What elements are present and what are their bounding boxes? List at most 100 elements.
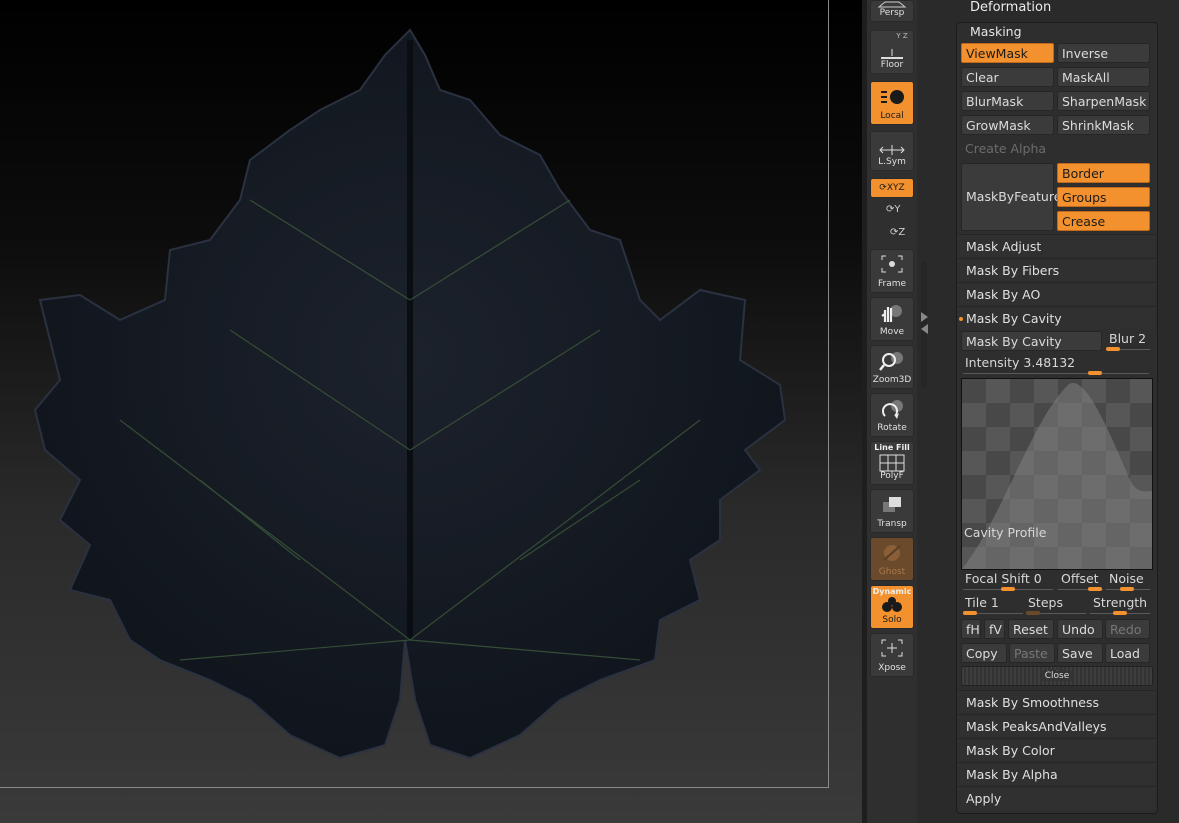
apply-section[interactable]: Apply bbox=[958, 786, 1155, 809]
maskall-button[interactable]: MaskAll bbox=[1057, 67, 1150, 87]
clear-button[interactable]: Clear bbox=[961, 67, 1054, 87]
mask-by-ao-section[interactable]: Mask By AO bbox=[958, 282, 1155, 305]
rotate-y-button[interactable]: ⟳Y bbox=[886, 204, 901, 215]
blur-label: Blur bbox=[1109, 331, 1135, 346]
blur-value: 2 bbox=[1138, 331, 1147, 346]
strength-slider[interactable]: Strength bbox=[1093, 595, 1147, 610]
xpose-label: Xpose bbox=[878, 663, 906, 673]
intensity-track[interactable] bbox=[963, 373, 1149, 374]
rotate-z-button[interactable]: ⟳Z bbox=[890, 227, 905, 238]
floor-button[interactable]: Y Z Floor bbox=[870, 30, 914, 74]
mask-by-alpha-section[interactable]: Mask By Alpha bbox=[958, 762, 1155, 785]
tile-knob[interactable] bbox=[963, 611, 977, 615]
steps-knob[interactable] bbox=[1026, 611, 1040, 615]
noise-slider[interactable]: Noise bbox=[1109, 571, 1144, 586]
inverse-button[interactable]: Inverse bbox=[1057, 43, 1150, 63]
create-alpha-button[interactable]: Create Alpha bbox=[965, 141, 1046, 156]
offset-slider[interactable]: Offset bbox=[1061, 571, 1099, 586]
zoom-icon bbox=[879, 352, 903, 371]
flip-v-button[interactable]: fV bbox=[984, 619, 1005, 639]
xpose-button[interactable]: Xpose bbox=[870, 633, 914, 677]
save-button[interactable]: Save bbox=[1057, 643, 1103, 663]
mask-peaks-valleys-section[interactable]: Mask PeaksAndValleys bbox=[958, 714, 1155, 737]
xyz-label: XYZ bbox=[886, 183, 905, 193]
dynamic-label: Dynamic bbox=[872, 587, 912, 596]
paste-button[interactable]: Paste bbox=[1009, 643, 1055, 663]
groups-toggle[interactable]: Groups bbox=[1057, 187, 1150, 207]
lsym-label: L.Sym bbox=[878, 157, 906, 167]
focal-shift-knob[interactable] bbox=[1001, 587, 1015, 591]
solo-label: Solo bbox=[882, 615, 902, 625]
load-button[interactable]: Load bbox=[1105, 643, 1150, 663]
expand-arrow-icon[interactable] bbox=[921, 312, 928, 322]
focal-shift-slider[interactable]: Focal Shift 0 bbox=[965, 571, 1042, 586]
sharpenmask-button[interactable]: SharpenMask bbox=[1057, 91, 1150, 111]
zoom3d-button[interactable]: Zoom3D bbox=[870, 345, 914, 389]
viewmask-button[interactable]: ViewMask bbox=[961, 43, 1054, 63]
frame-label: Frame bbox=[877, 279, 907, 289]
steps-slider[interactable]: Steps bbox=[1028, 595, 1063, 610]
ghost-icon bbox=[883, 545, 901, 561]
lsym-button[interactable]: L.Sym bbox=[870, 131, 914, 171]
close-curve-bar[interactable]: Close▲ bbox=[961, 666, 1153, 686]
blurmask-button[interactable]: BlurMask bbox=[961, 91, 1054, 111]
noise-knob[interactable] bbox=[1120, 587, 1134, 591]
mask-by-smoothness-section[interactable]: Mask By Smoothness bbox=[958, 690, 1155, 713]
xyz-button[interactable]: ⟳XYZ bbox=[870, 178, 914, 198]
maskbyfeature-button[interactable]: MaskByFeature bbox=[961, 163, 1061, 231]
growmask-button[interactable]: GrowMask bbox=[961, 115, 1054, 135]
mask-by-color-section[interactable]: Mask By Color bbox=[958, 738, 1155, 761]
move-label: Move bbox=[879, 327, 905, 337]
collapse-arrow-icon[interactable] bbox=[921, 324, 928, 334]
canvas-viewport[interactable] bbox=[0, 0, 862, 823]
intensity-slider[interactable]: Intensity 3.48132 bbox=[965, 355, 1075, 370]
blur-slider[interactable]: Blur 2 bbox=[1109, 331, 1146, 346]
ghost-label: Ghost bbox=[878, 567, 906, 577]
mask-by-fibers-section[interactable]: Mask By Fibers bbox=[958, 258, 1155, 281]
tile-value: 1 bbox=[990, 595, 999, 610]
persp-button[interactable]: Persp bbox=[870, 0, 914, 22]
strength-knob[interactable] bbox=[1113, 611, 1127, 615]
mask-by-cavity-section[interactable]: Mask By Cavity bbox=[958, 306, 1155, 329]
polyf-button[interactable]: Line Fill PolyF bbox=[870, 441, 914, 485]
grid-icon bbox=[879, 454, 905, 472]
ghost-button[interactable]: Ghost bbox=[870, 537, 914, 581]
z-label: Z bbox=[898, 227, 906, 238]
blur-knob[interactable] bbox=[1106, 347, 1120, 351]
border-toggle[interactable]: Border bbox=[1057, 163, 1150, 183]
noise-label: Noise bbox=[1109, 571, 1144, 586]
y-label: Y bbox=[894, 204, 901, 215]
floor-icon bbox=[881, 49, 903, 59]
flip-h-button[interactable]: fH bbox=[961, 619, 981, 639]
solo-button[interactable]: Dynamic Solo bbox=[870, 585, 914, 629]
redo-button[interactable]: Redo bbox=[1105, 619, 1150, 639]
bullet-icon bbox=[959, 317, 963, 321]
copy-button[interactable]: Copy bbox=[961, 643, 1007, 663]
rotate-button[interactable]: Rotate bbox=[870, 393, 914, 437]
intensity-label: Intensity bbox=[965, 355, 1020, 370]
undo-button[interactable]: Undo bbox=[1057, 619, 1103, 639]
tile-slider[interactable]: Tile 1 bbox=[965, 595, 999, 610]
local-icon bbox=[881, 90, 904, 104]
lsym-icon bbox=[879, 145, 905, 155]
focal-shift-value: 0 bbox=[1033, 571, 1042, 586]
crease-toggle[interactable]: Crease bbox=[1057, 211, 1150, 231]
transp-button[interactable]: Transp bbox=[870, 489, 914, 533]
mask-adjust-section[interactable]: Mask Adjust bbox=[958, 234, 1155, 257]
rotate-icon bbox=[882, 400, 903, 419]
frame-icon bbox=[881, 255, 903, 273]
cavity-profile-curve[interactable]: Cavity Profile bbox=[961, 378, 1153, 570]
local-button[interactable]: Local bbox=[870, 81, 914, 125]
shrinkmask-button[interactable]: ShrinkMask bbox=[1057, 115, 1150, 135]
deformation-header[interactable]: Deformation bbox=[970, 0, 1051, 15]
persp-label: Persp bbox=[879, 8, 905, 18]
frame-button[interactable]: Frame bbox=[870, 249, 914, 293]
reset-button[interactable]: Reset bbox=[1008, 619, 1054, 639]
floor-label: Floor bbox=[880, 60, 904, 70]
focal-shift-label: Focal Shift bbox=[965, 571, 1030, 586]
intensity-knob[interactable] bbox=[1088, 371, 1102, 375]
offset-knob[interactable] bbox=[1088, 587, 1102, 591]
mask-by-cavity-button[interactable]: Mask By Cavity bbox=[961, 331, 1102, 351]
masking-header[interactable]: Masking bbox=[970, 24, 1022, 39]
move-button[interactable]: Move bbox=[870, 297, 914, 341]
